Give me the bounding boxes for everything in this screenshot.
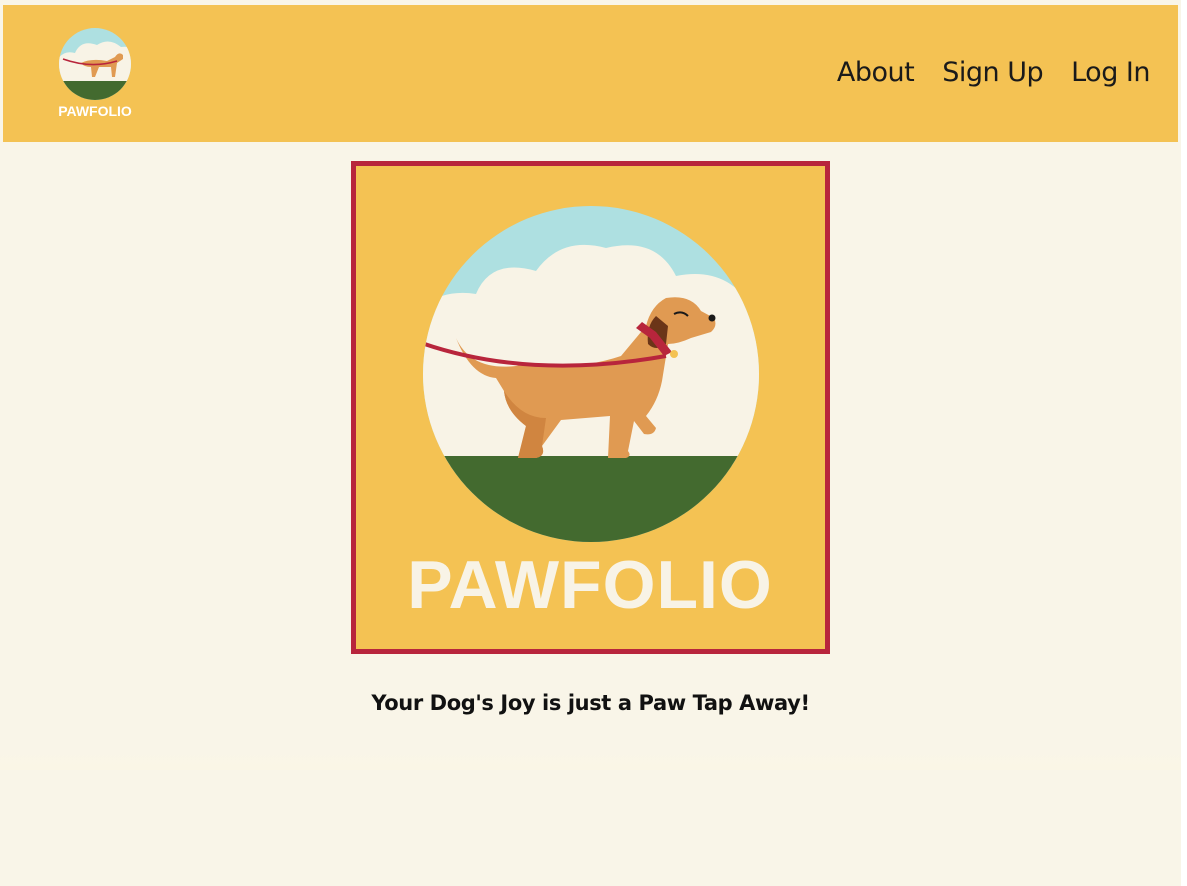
main-nav: About Sign Up Log In	[837, 55, 1151, 91]
nav-signup-link[interactable]: Sign Up	[942, 55, 1043, 91]
dog-walking-icon: PAWFOLIO	[58, 28, 132, 119]
nav-about-link[interactable]: About	[837, 55, 915, 91]
header-logo[interactable]: PAWFOLIO	[51, 27, 139, 119]
footer-fade	[0, 750, 1187, 770]
hero-logo-text: PAWFOLIO	[407, 547, 773, 623]
page: PAWFOLIO About Sign Up Log In PAWFOLIO Y…	[0, 0, 1187, 886]
site-header: PAWFOLIO About Sign Up Log In	[3, 5, 1178, 142]
tagline: Your Dog's Joy is just a Paw Tap Away!	[371, 691, 810, 715]
hero-dog-illustration: PAWFOLIO	[407, 206, 773, 623]
page-edge	[1181, 0, 1187, 886]
nav-login-link[interactable]: Log In	[1071, 55, 1150, 91]
header-logo-text: PAWFOLIO	[58, 103, 132, 119]
hero-logo-image: PAWFOLIO	[351, 161, 830, 654]
